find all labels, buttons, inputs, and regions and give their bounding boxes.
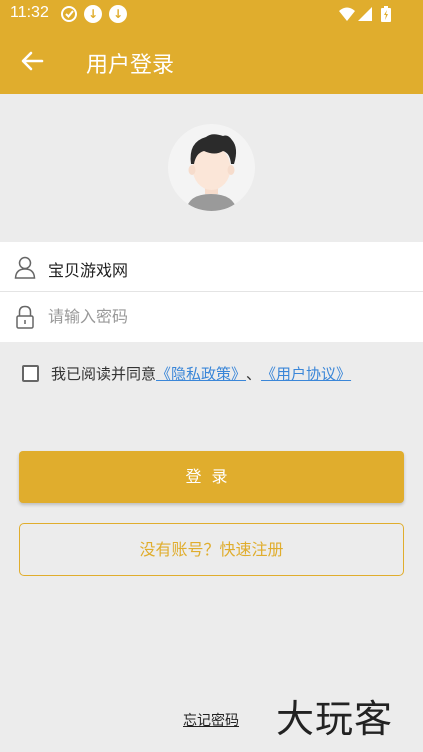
agreement-checkbox[interactable] [22, 364, 39, 382]
status-time: 11:32 [10, 4, 49, 21]
user-agreement-link[interactable]: 《用户协议》 [261, 363, 351, 384]
signal-icon [358, 7, 372, 21]
agreement-text: 我已阅读并同意 [51, 364, 157, 383]
password-input[interactable] [48, 307, 408, 326]
user-icon [14, 256, 36, 279]
download-icon: ↓ [109, 5, 127, 23]
battery-icon [381, 6, 391, 22]
avatar-illustration-icon [186, 134, 237, 211]
register-button[interactable]: 没有账号？快速注册 [19, 523, 404, 576]
sync-badge-icon [61, 6, 77, 22]
lock-icon [16, 305, 34, 329]
status-bar: 11:32 ↓ ↓ [0, 0, 423, 28]
login-button[interactable]: 登录 [19, 451, 404, 503]
download-icon: ↓ [84, 5, 102, 23]
username-field[interactable]: 宝贝游戏网 [0, 242, 423, 292]
password-field[interactable] [0, 292, 423, 342]
app-bar: 用户登录 [0, 28, 423, 94]
username-value[interactable]: 宝贝游戏网 [48, 257, 408, 281]
forgot-password-link[interactable]: 忘记密码 [183, 710, 239, 730]
back-arrow-icon[interactable] [18, 47, 46, 75]
wifi-icon [339, 7, 355, 21]
agreement-separator: 、 [246, 364, 262, 383]
watermark-logo: 大玩客 [276, 697, 394, 741]
page-title: 用户登录 [86, 53, 175, 78]
agreement-row: 我已阅读并同意 《隐私政策》 、 《用户协议》 [22, 362, 351, 384]
avatar[interactable] [168, 124, 255, 211]
privacy-policy-link[interactable]: 《隐私政策》 [156, 363, 246, 384]
